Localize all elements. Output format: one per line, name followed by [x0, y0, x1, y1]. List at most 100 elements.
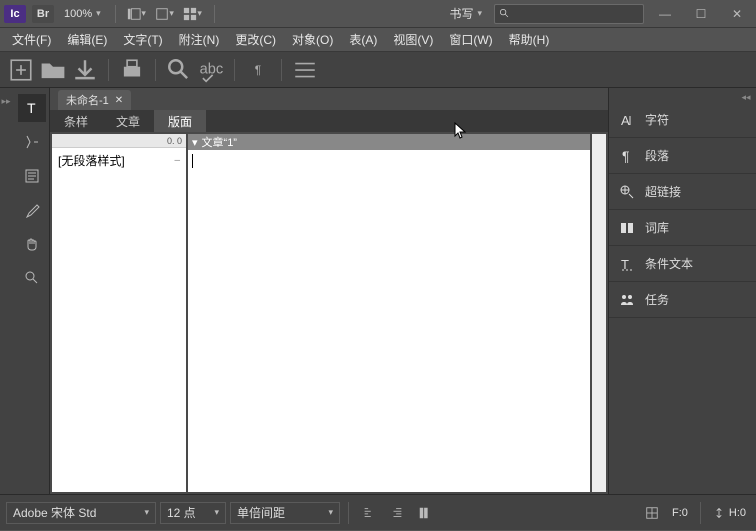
panel-tabs: 条样 文章 版面 — [50, 110, 608, 132]
frame-count-value: F:0 — [672, 507, 688, 519]
separator — [281, 59, 282, 81]
chevron-down-icon: ▾ — [477, 8, 482, 19]
spellcheck-button[interactable]: abc — [198, 57, 224, 83]
right-panels: ◂◂ A 字符 ¶ 段落 超链接 词库 T 条件文本 任务 — [608, 88, 756, 494]
font-size-value: 12 点 — [167, 504, 196, 521]
minimize-button[interactable]: — — [650, 4, 680, 24]
styles-panel: 0. 0 [无段落样式] – — [52, 134, 186, 492]
svg-text:A: A — [621, 113, 630, 128]
bridge-button[interactable]: Br — [32, 5, 54, 23]
open-button[interactable] — [40, 57, 66, 83]
view-mode-button-2[interactable]: ▾ — [154, 3, 176, 25]
menu-object[interactable]: 对象(O) — [288, 29, 337, 50]
pilcrow-button[interactable]: ¶ — [245, 57, 271, 83]
content-header[interactable]: ▾ 文章“1” — [188, 134, 590, 150]
find-button[interactable] — [166, 57, 192, 83]
panels-row: 0. 0 [无段落样式] – ▾ 文章“1” — [50, 132, 608, 494]
close-tab-button[interactable]: ✕ — [115, 95, 123, 106]
panel-label: 词库 — [645, 219, 669, 236]
story-tool[interactable] — [18, 162, 46, 190]
panel-assignments[interactable]: 任务 — [609, 282, 756, 318]
frame-count: F:0 — [668, 507, 692, 519]
document-area: 未命名-1 ✕ 条样 文章 版面 0. 0 [无段落样式] – ▾ — [50, 88, 608, 494]
font-name: Adobe 宋体 Std — [13, 504, 96, 521]
tab-styles[interactable]: 条样 — [50, 110, 102, 132]
font-select[interactable]: Adobe 宋体 Std ▾ — [6, 502, 156, 524]
view-mode-button-3[interactable]: ▾ — [182, 3, 204, 25]
note-tool[interactable] — [18, 128, 46, 156]
hand-tool[interactable] — [18, 230, 46, 258]
panel-hyperlinks[interactable]: 超链接 — [609, 174, 756, 210]
chevron-down-icon: ▾ — [328, 507, 333, 518]
chevron-down-icon: ▾ — [144, 507, 149, 518]
panel-paragraph[interactable]: ¶ 段落 — [609, 138, 756, 174]
styles-header-value: 0. 0 — [167, 136, 182, 146]
chevron-down-icon: ▾ — [214, 507, 219, 518]
panel-label: 条件文本 — [645, 255, 693, 272]
styles-header: 0. 0 — [52, 134, 186, 148]
document-tab-label: 未命名-1 — [66, 92, 109, 108]
search-input[interactable] — [494, 4, 644, 24]
frame-grid-button[interactable] — [640, 502, 664, 524]
panel-conditional-text[interactable]: T 条件文本 — [609, 246, 756, 282]
menu-edit[interactable]: 编辑(E) — [63, 29, 111, 50]
chevron-down-icon: ▾ — [96, 8, 101, 19]
character-icon: A — [619, 112, 635, 128]
document-tab[interactable]: 未命名-1 ✕ — [58, 90, 131, 110]
align-button-2[interactable] — [385, 502, 409, 524]
zoom-select[interactable]: 100% ▾ — [60, 3, 105, 25]
font-size-select[interactable]: 12 点 ▾ — [160, 502, 226, 524]
save-button[interactable] — [72, 57, 98, 83]
svg-text:¶: ¶ — [622, 148, 630, 164]
view-mode-button-1[interactable]: ▾ — [126, 3, 148, 25]
close-button[interactable]: ✕ — [722, 4, 752, 24]
print-button[interactable] — [119, 57, 145, 83]
collapse-left-button[interactable]: ▸▸ — [0, 92, 12, 110]
workspace-select[interactable]: 书写 ▾ — [443, 5, 488, 22]
left-collapse-strip: ▸▸ — [0, 88, 14, 494]
tab-layout[interactable]: 版面 — [154, 110, 206, 132]
panel-label: 段落 — [645, 147, 669, 164]
panel-label: 超链接 — [645, 183, 681, 200]
menu-file[interactable]: 文件(F) — [8, 29, 55, 50]
menubar: 文件(F) 编辑(E) 文字(T) 附注(N) 更改(C) 对象(O) 表(A)… — [0, 28, 756, 52]
thesaurus-icon — [619, 220, 635, 236]
view-columns-button[interactable] — [413, 502, 437, 524]
menu-view[interactable]: 视图(V) — [389, 29, 437, 50]
svg-text:abc: abc — [200, 61, 224, 77]
tab-story[interactable]: 文章 — [102, 110, 154, 132]
panel-character[interactable]: A 字符 — [609, 102, 756, 138]
separator — [115, 5, 116, 23]
height-value: H:0 — [729, 507, 746, 519]
style-list-item[interactable]: [无段落样式] – — [52, 148, 186, 173]
separator — [234, 59, 235, 81]
height-indicator: H:0 — [709, 507, 750, 519]
left-toolbar: T — [14, 88, 50, 494]
menu-notes[interactable]: 附注(N) — [175, 29, 224, 50]
eyedropper-tool[interactable] — [18, 196, 46, 224]
conditional-text-icon: T — [619, 256, 635, 272]
separator — [108, 59, 109, 81]
scrollbar[interactable] — [592, 134, 606, 492]
align-button-1[interactable] — [357, 502, 381, 524]
app-icon: Ic — [4, 5, 26, 23]
separator — [700, 502, 701, 524]
panel-thesaurus[interactable]: 词库 — [609, 210, 756, 246]
collapse-right-button[interactable]: ◂◂ — [609, 88, 756, 102]
maximize-button[interactable]: ☐ — [686, 4, 716, 24]
line-spacing-select[interactable]: 单倍间距 ▾ — [230, 502, 340, 524]
menu-text[interactable]: 文字(T) — [119, 29, 166, 50]
menu-lines-button[interactable] — [292, 57, 318, 83]
document-tabs: 未命名-1 ✕ — [50, 88, 608, 110]
text-editor[interactable] — [188, 150, 590, 492]
style-item-marker: – — [174, 155, 180, 166]
pilcrow-icon: ¶ — [619, 148, 635, 164]
zoom-tool[interactable] — [18, 264, 46, 292]
new-button[interactable] — [8, 57, 34, 83]
menu-help[interactable]: 帮助(H) — [505, 29, 554, 50]
menu-change[interactable]: 更改(C) — [231, 29, 280, 50]
menu-table[interactable]: 表(A) — [345, 29, 381, 50]
menu-window[interactable]: 窗口(W) — [445, 29, 496, 50]
toolbar: abc ¶ — [0, 52, 756, 88]
type-tool[interactable]: T — [18, 94, 46, 122]
